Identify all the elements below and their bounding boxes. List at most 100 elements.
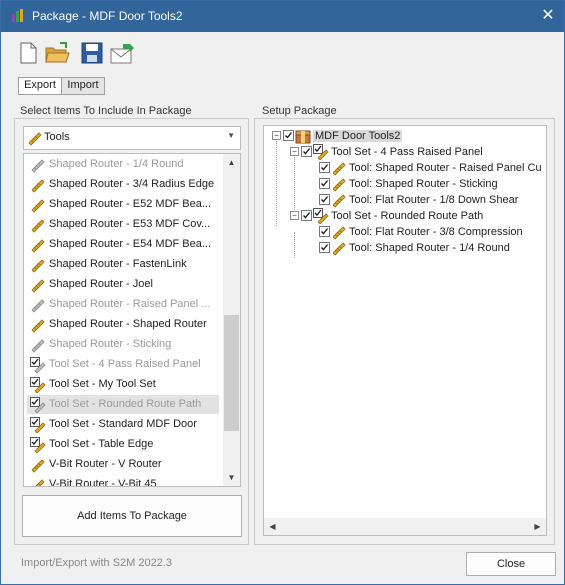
scroll-thumb[interactable] bbox=[224, 315, 239, 431]
tool-icon bbox=[31, 199, 45, 213]
tab-export[interactable]: Export bbox=[18, 77, 62, 95]
tool-icon bbox=[28, 132, 42, 146]
list-item-label: Tool Set - Rounded Route Path bbox=[49, 398, 202, 410]
tree-checkbox[interactable] bbox=[319, 226, 330, 237]
tab-import[interactable]: Import bbox=[61, 77, 105, 95]
close-window-button[interactable]: ✕ bbox=[532, 1, 564, 32]
toolset-icon bbox=[30, 377, 46, 393]
list-item-label: Tool Set - Standard MDF Door bbox=[49, 418, 197, 430]
tool-icon bbox=[31, 299, 45, 313]
tree-tool-node[interactable]: Tool: Flat Router - 1/8 Down Shear bbox=[264, 192, 546, 208]
list-item[interactable]: Tool Set - Table Edge bbox=[27, 435, 219, 454]
send-email-icon[interactable] bbox=[109, 40, 135, 66]
add-items-button[interactable]: Add Items To Package bbox=[22, 495, 242, 537]
tree-checkbox[interactable] bbox=[319, 194, 330, 205]
tree-tool-node[interactable]: Tool: Flat Router - 3/8 Compression bbox=[264, 224, 546, 240]
package-icon bbox=[295, 130, 311, 144]
items-list-scrollbar[interactable]: ▲ ▼ bbox=[223, 154, 240, 486]
tree-toolset-node[interactable]: − Tool Set - Rounded Route Path bbox=[264, 208, 546, 224]
list-item-label: Shaped Router - 3/4 Radius Edge bbox=[49, 178, 215, 190]
list-item[interactable]: Tool Set - My Tool Set bbox=[27, 375, 219, 394]
tree-node-label: MDF Door Tools2 bbox=[313, 130, 403, 142]
list-item[interactable]: Shaped Router - Sticking bbox=[27, 335, 219, 354]
toolset-icon bbox=[313, 208, 329, 224]
tool-icon bbox=[332, 194, 346, 208]
tree-tool-node[interactable]: Tool: Shaped Router - 1/4 Round bbox=[264, 240, 546, 256]
tree-checkbox[interactable] bbox=[319, 178, 330, 189]
tree-tool-node[interactable]: Tool: Shaped Router - Raised Panel Cu bbox=[264, 160, 546, 176]
list-item-label: Shaped Router - 1/4 Round bbox=[49, 158, 184, 170]
tree-toolset-node[interactable]: − Tool Set - 4 Pass Raised Panel bbox=[264, 144, 546, 160]
tool-icon bbox=[31, 459, 45, 473]
list-item[interactable]: Tool Set - Standard MDF Door bbox=[27, 415, 219, 434]
list-item-label: Shaped Router - Joel bbox=[49, 278, 153, 290]
tree-node-label: Tool Set - Rounded Route Path bbox=[331, 210, 484, 222]
open-folder-icon[interactable] bbox=[44, 40, 70, 66]
close-button[interactable]: Close bbox=[466, 552, 556, 576]
list-item[interactable]: Tool Set - Rounded Route Path bbox=[27, 395, 219, 414]
list-item-label: Shaped Router - Shaped Router bbox=[49, 318, 207, 330]
list-item-label: Shaped Router - Sticking bbox=[49, 338, 172, 350]
tree-checkbox[interactable] bbox=[319, 242, 330, 253]
list-item-label: V-Bit Router - V Router bbox=[49, 458, 162, 470]
status-text: Import/Export with S2M 2022.3 bbox=[21, 557, 173, 569]
list-item[interactable]: Shaped Router - Raised Panel ... bbox=[27, 295, 219, 314]
select-items-label: Select Items To Include In Package bbox=[20, 105, 192, 117]
list-item-label: Shaped Router - E52 MDF Bea... bbox=[49, 198, 212, 210]
tree-hscrollbar[interactable]: ◀ ▶ bbox=[264, 518, 546, 535]
tool-icon bbox=[332, 178, 346, 192]
tree-checkbox[interactable] bbox=[301, 210, 312, 221]
tool-icon bbox=[31, 219, 45, 233]
tool-icon bbox=[31, 179, 45, 193]
tree-checkbox[interactable] bbox=[319, 162, 330, 173]
tool-icon bbox=[31, 259, 45, 273]
list-item[interactable]: V-Bit Router - V-Bit 45 bbox=[27, 475, 219, 487]
list-item[interactable]: Shaped Router - Joel bbox=[27, 275, 219, 294]
list-item[interactable]: Shaped Router - E52 MDF Bea... bbox=[27, 195, 219, 214]
tree-tool-node[interactable]: Tool: Shaped Router - Sticking bbox=[264, 176, 546, 192]
list-item[interactable]: Tool Set - 4 Pass Raised Panel bbox=[27, 355, 219, 374]
list-item-label: Tool Set - 4 Pass Raised Panel bbox=[49, 358, 201, 370]
toolset-icon bbox=[30, 437, 46, 453]
scroll-right-button[interactable]: ▶ bbox=[529, 518, 546, 535]
collapse-icon[interactable]: − bbox=[272, 131, 281, 140]
tool-icon bbox=[332, 226, 346, 240]
list-item[interactable]: Shaped Router - Shaped Router bbox=[27, 315, 219, 334]
list-item[interactable]: Shaped Router - FastenLink bbox=[27, 255, 219, 274]
list-item-label: Shaped Router - E53 MDF Cov... bbox=[49, 218, 211, 230]
scroll-up-button[interactable]: ▲ bbox=[223, 154, 240, 171]
tree-node-label: Tool: Shaped Router - Raised Panel Cu bbox=[349, 162, 542, 174]
toolset-icon bbox=[313, 144, 329, 160]
scroll-down-button[interactable]: ▼ bbox=[223, 469, 240, 486]
list-item[interactable]: Shaped Router - E54 MDF Bea... bbox=[27, 235, 219, 254]
toolset-icon bbox=[30, 417, 46, 433]
package-app-icon bbox=[12, 9, 23, 22]
scroll-left-button[interactable]: ◀ bbox=[264, 518, 281, 535]
package-window: Package - MDF Door Tools2 ✕ Export Impor… bbox=[0, 0, 565, 585]
save-icon[interactable] bbox=[79, 40, 105, 66]
toolbar bbox=[1, 32, 564, 72]
collapse-icon[interactable]: − bbox=[290, 147, 299, 156]
chevron-down-icon: ▼ bbox=[227, 131, 235, 140]
toolset-icon bbox=[30, 357, 46, 373]
list-item[interactable]: Shaped Router - 1/4 Round bbox=[27, 155, 219, 174]
item-type-value: Tools bbox=[44, 131, 70, 143]
list-item[interactable]: V-Bit Router - V Router bbox=[27, 455, 219, 474]
collapse-icon[interactable]: − bbox=[290, 211, 299, 220]
tree-checkbox[interactable] bbox=[301, 146, 312, 157]
package-tree[interactable]: Tool: Shaped Router - 1/4 Round Tool: Fla… bbox=[263, 125, 547, 536]
tool-icon bbox=[31, 339, 45, 353]
item-type-combo[interactable]: Tools ▼ bbox=[23, 126, 241, 150]
items-list[interactable]: V-Bit Router - V-Bit 45 V-Bit Router - V … bbox=[23, 153, 241, 487]
tree-root-node[interactable]: − MDF Door Tools2 bbox=[264, 128, 546, 144]
list-item[interactable]: Shaped Router - E53 MDF Cov... bbox=[27, 215, 219, 234]
tree-checkbox[interactable] bbox=[283, 130, 294, 141]
tool-icon bbox=[31, 159, 45, 173]
window-title: Package - MDF Door Tools2 bbox=[32, 9, 183, 23]
toolset-icon bbox=[30, 397, 46, 413]
tree-node-label: Tool: Flat Router - 3/8 Compression bbox=[349, 226, 523, 238]
list-item-label: V-Bit Router - V-Bit 45 bbox=[49, 478, 157, 487]
tree-node-label: Tool: Shaped Router - Sticking bbox=[349, 178, 498, 190]
list-item[interactable]: Shaped Router - 3/4 Radius Edge bbox=[27, 175, 219, 194]
new-icon[interactable] bbox=[15, 40, 41, 66]
